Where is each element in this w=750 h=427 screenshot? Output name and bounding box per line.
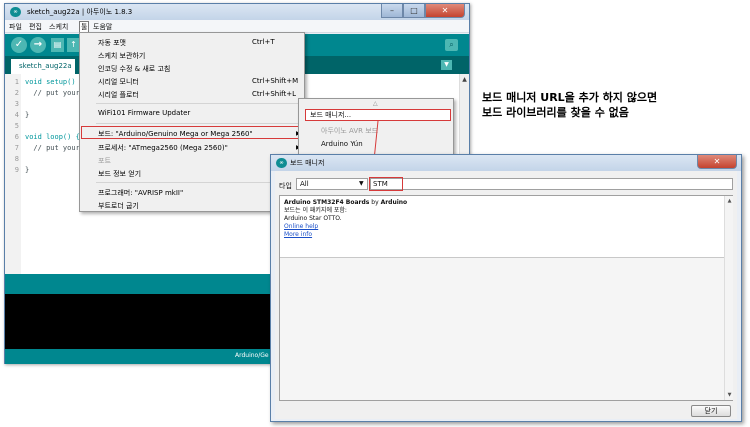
entry-boards: Arduino Star OTTO.: [284, 215, 342, 222]
search-highlight: [369, 177, 403, 191]
ide-titlebar[interactable]: ∞ sketch_aug22a | 아두이노 1.8.3 – □ ✕: [5, 4, 469, 20]
code-line: }: [25, 166, 30, 174]
menu-item-processor[interactable]: 프로세서: "ATmega2560 (Mega 2560)": [98, 143, 228, 153]
line-number: 2: [14, 89, 19, 97]
dialog-titlebar[interactable]: ∞ 보드 매니저 ✕: [271, 155, 741, 171]
new-sketch-icon[interactable]: ▤: [51, 38, 64, 52]
entry-author: Arduino: [380, 199, 408, 206]
online-help-link[interactable]: Online help: [284, 223, 721, 231]
line-number: 5: [14, 122, 19, 130]
menu-item-serial-plotter[interactable]: 시리얼 플로터: [98, 90, 139, 100]
list-scrollbar[interactable]: ▲ ▼: [724, 196, 733, 400]
code-line: }: [25, 111, 30, 119]
dialog-title: 보드 매니저: [290, 159, 325, 167]
arduino-logo-icon: ∞: [276, 158, 287, 168]
menu-help[interactable]: 도움말: [93, 22, 112, 32]
entry-heading: Arduino STM32F4 Boards by Arduino: [284, 199, 721, 207]
annotation-line-2: 보드 라이브러리를 찾을 수 없음: [482, 106, 629, 119]
tab-menu-icon[interactable]: ▼: [441, 60, 452, 70]
entry-description: 보드는 이 패키지에 포함:: [284, 207, 347, 214]
menu-item-serial-monitor[interactable]: 시리얼 모니터: [98, 77, 139, 87]
board-list[interactable]: Arduino STM32F4 Boards by Arduino 보드는 이 …: [279, 195, 733, 401]
line-number: 3: [14, 100, 19, 108]
scroll-down-icon[interactable]: ▼: [725, 392, 734, 398]
menu-item-arduino-yun[interactable]: Arduino Yún: [321, 140, 363, 148]
code-line: void loop() {: [25, 133, 80, 141]
submenu-header-avr: 아두이노 AVR 보드: [321, 127, 379, 135]
verify-icon[interactable]: ✓: [11, 37, 27, 53]
menu-item-burn-bootloader[interactable]: 부트로더 굽기: [98, 201, 139, 211]
board-submenu: △ 보드 매니저... 아두이노 AVR 보드 Arduino Yún: [298, 98, 454, 162]
upload-icon[interactable]: →: [30, 37, 46, 53]
menu-separator: [96, 103, 302, 104]
menu-separator: [96, 123, 302, 124]
code-line: // put your: [25, 144, 80, 152]
shortcut-label: Ctrl+Shift+M: [252, 77, 299, 85]
serial-monitor-icon[interactable]: ⌕: [445, 39, 458, 51]
code-line: void setup() {: [25, 78, 85, 86]
scroll-up-icon[interactable]: △: [373, 100, 378, 107]
scroll-up-icon[interactable]: ▲: [460, 76, 469, 84]
menu-item-auto-format[interactable]: 자동 포맷: [98, 38, 126, 48]
shortcut-label: Ctrl+T: [252, 38, 275, 46]
close-icon[interactable]: ✕: [697, 155, 737, 169]
type-label: 타입: [279, 182, 292, 190]
menu-item-wifi101-updater[interactable]: WiFi101 Firmware Updater: [98, 109, 190, 117]
maximize-button[interactable]: □: [403, 4, 425, 18]
menu-edit[interactable]: 편집: [29, 22, 42, 32]
line-number: 9: [14, 166, 19, 174]
close-button[interactable]: ✕: [425, 4, 465, 18]
arduino-logo-icon: ∞: [10, 7, 21, 17]
menu-item-board-info[interactable]: 보드 정보 얻기: [98, 169, 141, 179]
menu-item-programmer[interactable]: 프로그래머: "AVRISP mkII": [98, 188, 183, 198]
line-number: 1: [14, 78, 19, 86]
entry-by: by: [369, 199, 381, 206]
entry-name: Arduino STM32F4 Boards: [284, 199, 370, 206]
line-number: 4: [14, 111, 19, 119]
list-item[interactable]: Arduino STM32F4 Boards by Arduino 보드는 이 …: [280, 196, 725, 258]
menu-item-archive-sketch[interactable]: 스케치 보관하기: [98, 51, 145, 61]
more-info-link[interactable]: More info: [284, 231, 721, 239]
annotation-note: 보드 매니저 URL을 추가 하지 않으면 보드 라이브러리를 찾을 수 없음: [482, 90, 742, 120]
menu-file[interactable]: 파일: [9, 22, 22, 32]
line-number: 7: [14, 144, 19, 152]
shortcut-label: Ctrl+Shift+L: [252, 90, 296, 98]
menu-item-fix-encoding[interactable]: 인코딩 수정 & 새로 고침: [98, 64, 170, 74]
tab-sketch[interactable]: sketch_aug22a: [11, 59, 75, 74]
menu-item-boards-manager[interactable]: 보드 매니저...: [305, 109, 451, 121]
menu-item-port[interactable]: 포트: [98, 156, 111, 166]
search-input[interactable]: STM: [370, 178, 733, 190]
menu-sketch[interactable]: 스케치: [49, 22, 68, 32]
window-title: sketch_aug22a | 아두이노 1.8.3: [27, 8, 133, 16]
type-dropdown[interactable]: All ▼: [296, 178, 368, 190]
line-number: 6: [14, 133, 19, 141]
code-line: // put your: [25, 89, 80, 97]
menu-item-board[interactable]: 보드: "Arduino/Genuino Mega or Mega 2560": [98, 129, 253, 139]
board-status: Arduino/Ge: [235, 352, 269, 359]
minimize-button[interactable]: –: [381, 4, 403, 18]
dialog-body: 타입 All ▼ STM Arduino STM32F4 Boards by A…: [275, 171, 737, 419]
boards-manager-dialog: ∞ 보드 매니저 ✕ 타입 All ▼ STM Arduino STM32F4 …: [270, 154, 742, 422]
list-empty-area: [280, 258, 725, 400]
type-value: All: [300, 180, 309, 188]
scroll-up-icon[interactable]: ▲: [725, 198, 734, 204]
close-button[interactable]: 닫기: [691, 405, 731, 417]
chevron-down-icon: ▼: [359, 180, 364, 187]
annotation-line-1: 보드 매니저 URL을 추가 하지 않으면: [482, 91, 658, 104]
line-number: 8: [14, 155, 19, 163]
